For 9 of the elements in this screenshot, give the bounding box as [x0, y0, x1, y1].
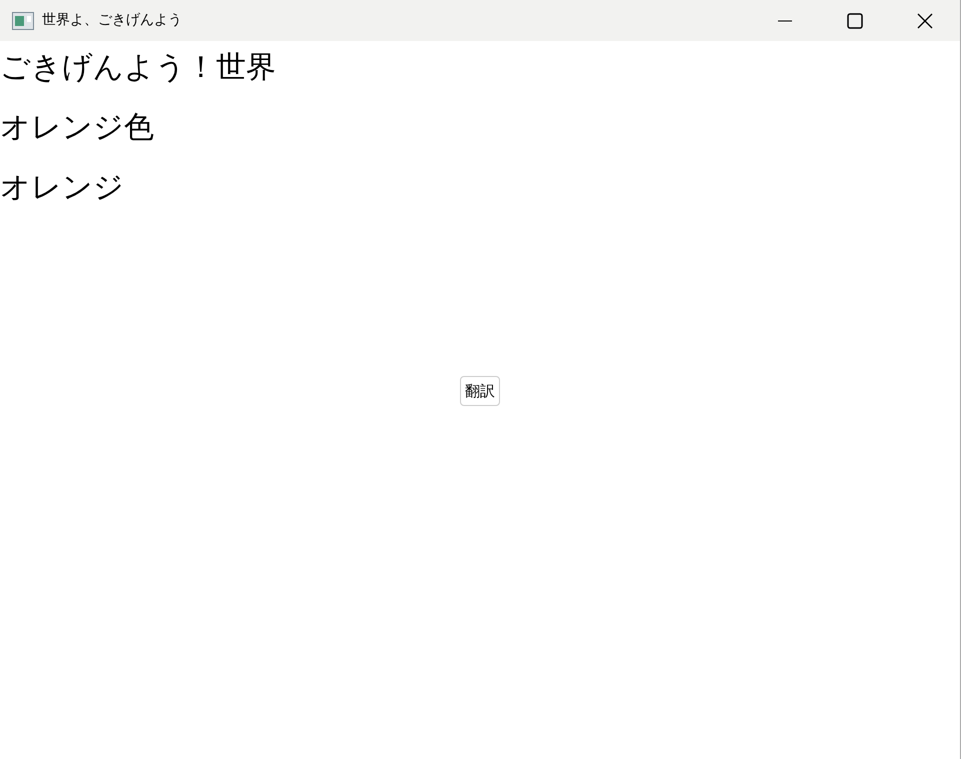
app-icon	[12, 12, 34, 30]
minimize-icon[interactable]	[778, 20, 792, 22]
close-icon[interactable]	[917, 12, 933, 28]
text-label: オレンジ	[0, 173, 124, 203]
window-title: 世界よ、ごきげんよう	[42, 11, 182, 30]
maximize-icon[interactable]	[847, 12, 863, 28]
translate-button[interactable]: 翻訳	[460, 376, 500, 406]
text-label: ごきげんよう！世界	[0, 53, 276, 83]
text-label: オレンジ色	[0, 113, 154, 143]
